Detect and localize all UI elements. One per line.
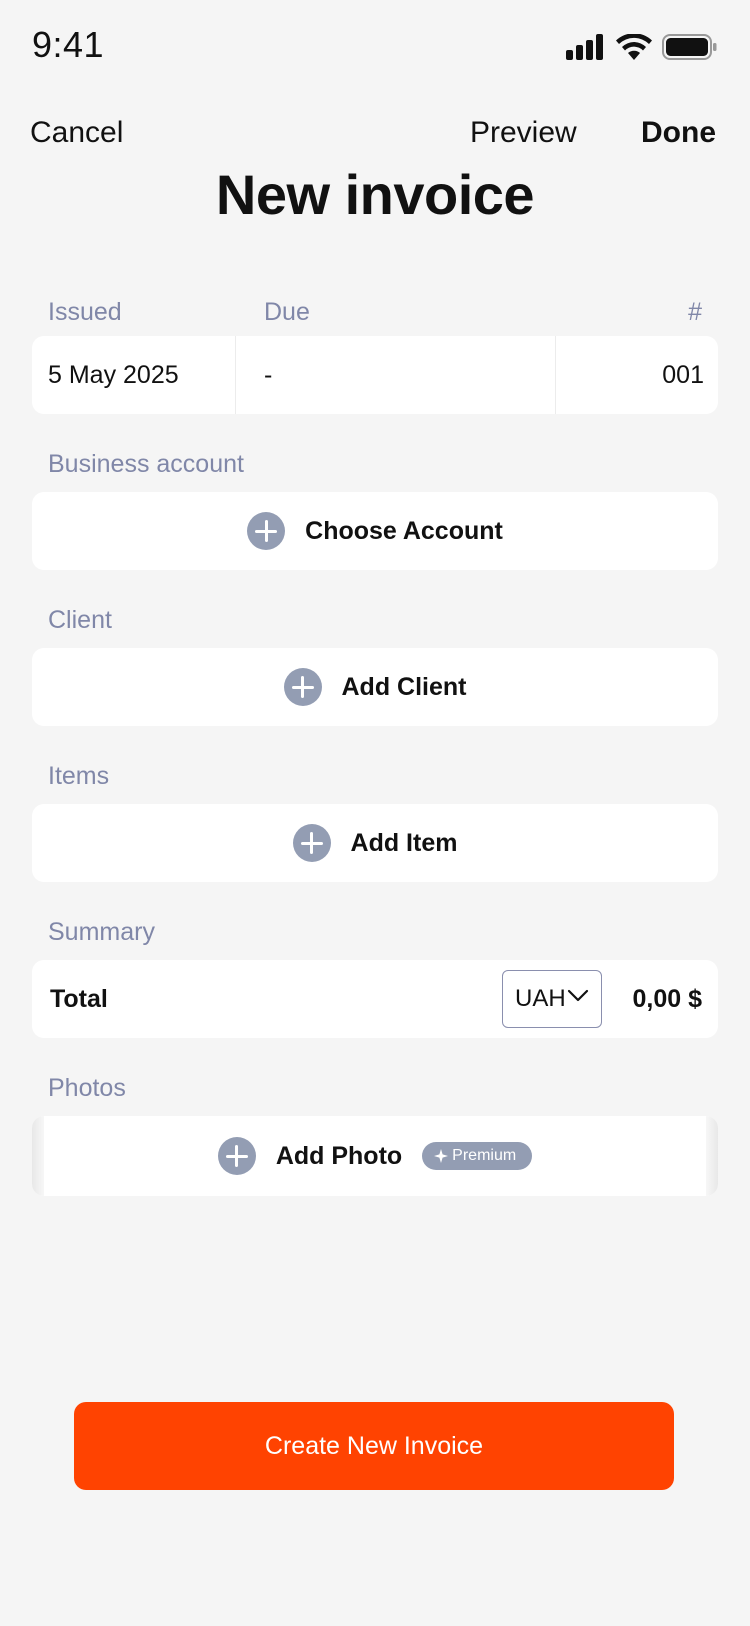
status-bar: 9:41 — [0, 0, 750, 96]
add-item-button[interactable]: Add Item — [32, 804, 718, 882]
photos-label: Photos — [48, 1074, 126, 1102]
invoice-meta-card: 5 May 2025 - 001 — [32, 336, 718, 414]
status-icons — [566, 34, 718, 60]
done-button[interactable]: Done — [641, 116, 716, 150]
status-time: 9:41 — [32, 24, 105, 65]
summary-label: Summary — [48, 918, 155, 946]
add-photo-label: Add Photo — [275, 1141, 403, 1170]
choose-account-button[interactable]: Choose Account — [32, 492, 718, 570]
add-client-button[interactable]: Add Client — [32, 648, 718, 726]
add-photo-button[interactable]: Add Photo Premium — [32, 1116, 718, 1196]
client-label: Client — [48, 606, 112, 634]
currency-value: UAH — [515, 985, 566, 1012]
issued-label: Issued — [48, 298, 122, 326]
summary-card: Total UAH 0,00 $ — [32, 960, 718, 1038]
issued-date-field[interactable]: 5 May 2025 — [32, 336, 236, 414]
invoice-number-field[interactable]: 001 — [556, 336, 718, 414]
due-date-value: - — [264, 360, 273, 389]
add-item-label: Add Item — [350, 828, 458, 857]
invoice-number-label: # — [688, 298, 702, 326]
plus-icon — [292, 824, 331, 862]
chevron-down-icon — [567, 989, 589, 1002]
due-date-field[interactable]: - — [236, 336, 556, 414]
plus-icon — [217, 1137, 256, 1175]
battery-icon — [662, 34, 717, 60]
items-label: Items — [48, 762, 110, 790]
preview-button[interactable]: Preview — [470, 116, 577, 150]
issued-date-value: 5 May 2025 — [48, 360, 179, 389]
total-label: Total — [50, 984, 108, 1013]
invoice-number-value: 001 — [662, 360, 704, 389]
cancel-button[interactable]: Cancel — [30, 116, 123, 150]
business-account-label: Business account — [48, 450, 244, 478]
add-client-label: Add Client — [341, 672, 467, 701]
signal-icon — [566, 34, 603, 60]
nav-bar: Cancel Preview Done — [0, 110, 750, 160]
premium-badge: Premium — [422, 1142, 533, 1170]
wifi-icon — [616, 34, 652, 60]
add-photo-content: Add Photo Premium — [32, 1116, 718, 1196]
invoice-meta-labels: Issued Due # — [32, 298, 718, 330]
create-new-invoice-button[interactable]: Create New Invoice — [74, 1402, 674, 1490]
currency-select[interactable]: UAH — [502, 970, 602, 1028]
choose-account-label: Choose Account — [305, 516, 503, 545]
due-label: Due — [264, 298, 310, 326]
plus-icon — [247, 512, 286, 550]
sparkle-icon — [434, 1149, 449, 1163]
plus-icon — [283, 668, 322, 706]
page-title: New invoice — [215, 163, 535, 226]
premium-badge-label: Premium — [452, 1147, 517, 1164]
total-value: 0,00 $ — [632, 984, 702, 1013]
